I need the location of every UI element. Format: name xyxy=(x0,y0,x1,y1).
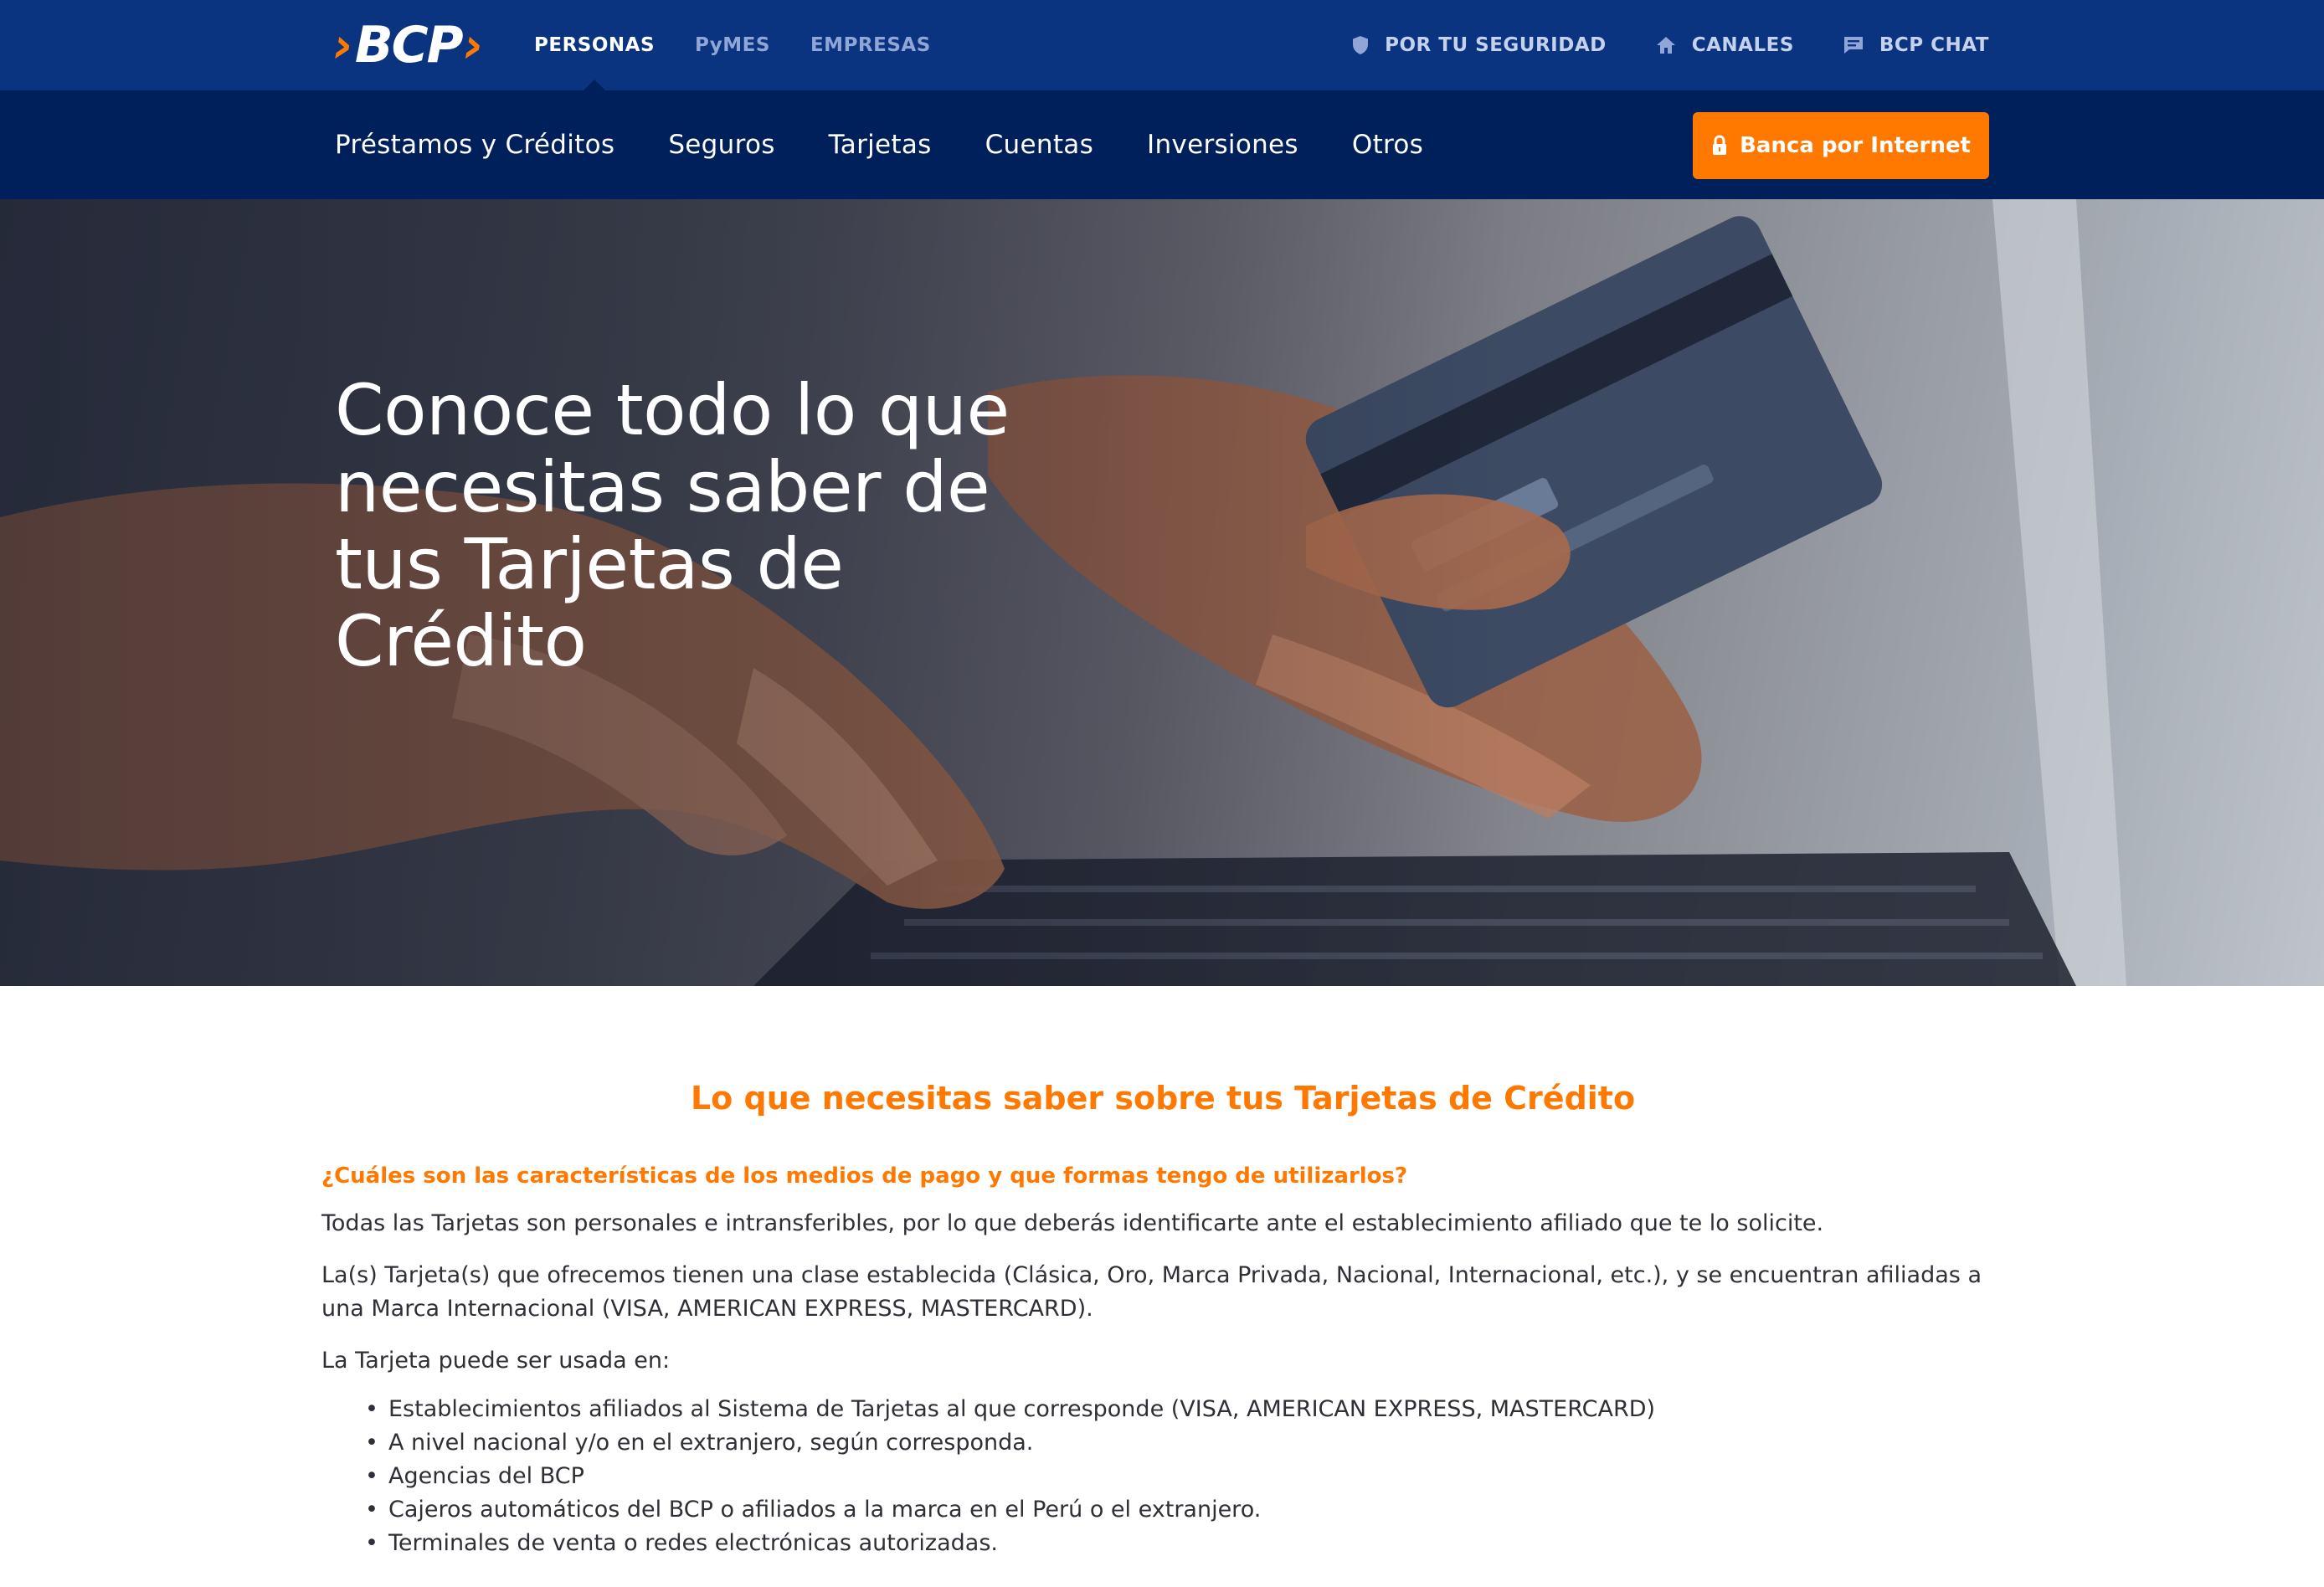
segment-pymes[interactable]: PyMES xyxy=(695,0,770,90)
banca-por-internet-button[interactable]: Banca por Internet xyxy=(1693,112,1989,179)
paragraph-personal-cards: Todas las Tarjetas son personales e intr… xyxy=(321,1210,1824,1236)
nav-inversiones[interactable]: Inversiones xyxy=(1147,130,1298,160)
util-label-chat: BCP CHAT xyxy=(1879,34,1989,56)
segment-nav: PERSONAS PyMES EMPRESAS xyxy=(534,0,971,90)
main-content: Lo que necesitas saber sobre tus Tarjeta… xyxy=(321,1080,2004,1560)
segment-empresas[interactable]: EMPRESAS xyxy=(810,0,931,90)
shield-icon xyxy=(1353,36,1369,54)
utility-nav: POR TU SEGURIDAD CANALES BCP CHAT xyxy=(1303,0,1989,90)
segment-personas[interactable]: PERSONAS xyxy=(534,0,655,90)
chat-icon xyxy=(1843,37,1863,54)
util-bcp-chat[interactable]: BCP CHAT xyxy=(1843,34,1989,56)
bcp-logo[interactable]: › BCP › xyxy=(333,16,484,74)
nav-otros[interactable]: Otros xyxy=(1352,130,1423,160)
nav-prestamos-creditos[interactable]: Préstamos y Créditos xyxy=(335,130,614,160)
util-por-tu-seguridad[interactable]: POR TU SEGURIDAD xyxy=(1351,34,1607,56)
faq-question: ¿Cuáles son las características de los m… xyxy=(321,1163,1408,1189)
list-item: Agencias del BCP xyxy=(365,1460,2004,1493)
hero-title: Conoce todo lo que necesitas saber de tu… xyxy=(335,369,1010,682)
list-item: Terminales de venta o redes electrónicas… xyxy=(365,1527,2004,1560)
nav-seguros[interactable]: Seguros xyxy=(668,130,774,160)
list-item: Cajeros automáticos del BCP o afiliados … xyxy=(365,1493,2004,1527)
banca-por-internet-label: Banca por Internet xyxy=(1740,133,1971,158)
nav-tarjetas[interactable]: Tarjetas xyxy=(829,130,932,160)
logo-chevron-left-icon: › xyxy=(333,17,353,74)
util-canales[interactable]: CANALES xyxy=(1655,34,1794,56)
paragraph-card-classes: La(s) Tarjeta(s) que ofrecemos tienen un… xyxy=(321,1262,1982,1322)
section-title: Lo que necesitas saber sobre tus Tarjeta… xyxy=(690,1080,1636,1117)
main-nav-links: Préstamos y Créditos Seguros Tarjetas Cu… xyxy=(335,90,1477,199)
usage-list: Establecimientos afiliados al Sistema de… xyxy=(321,1393,2004,1560)
main-nav: Préstamos y Créditos Seguros Tarjetas Cu… xyxy=(0,90,2324,199)
hero-banner: Conoce todo lo que necesitas saber de tu… xyxy=(0,199,2324,986)
lock-icon xyxy=(1713,135,1727,155)
util-label-canales: CANALES xyxy=(1691,34,1794,56)
nav-cuentas[interactable]: Cuentas xyxy=(985,130,1093,160)
paragraph-usage-intro: La Tarjeta puede ser usada en: xyxy=(321,1348,671,1374)
list-item: Establecimientos afiliados al Sistema de… xyxy=(365,1393,2004,1426)
list-item: A nivel nacional y/o en el extranjero, s… xyxy=(365,1426,2004,1460)
logo-chevron-right-icon: › xyxy=(463,17,484,74)
logo-text: BCP xyxy=(354,16,464,74)
util-label-seguridad: POR TU SEGURIDAD xyxy=(1385,34,1607,56)
home-icon xyxy=(1656,37,1675,54)
top-bar: › BCP › PERSONAS PyMES EMPRESAS POR TU S… xyxy=(0,0,2324,90)
